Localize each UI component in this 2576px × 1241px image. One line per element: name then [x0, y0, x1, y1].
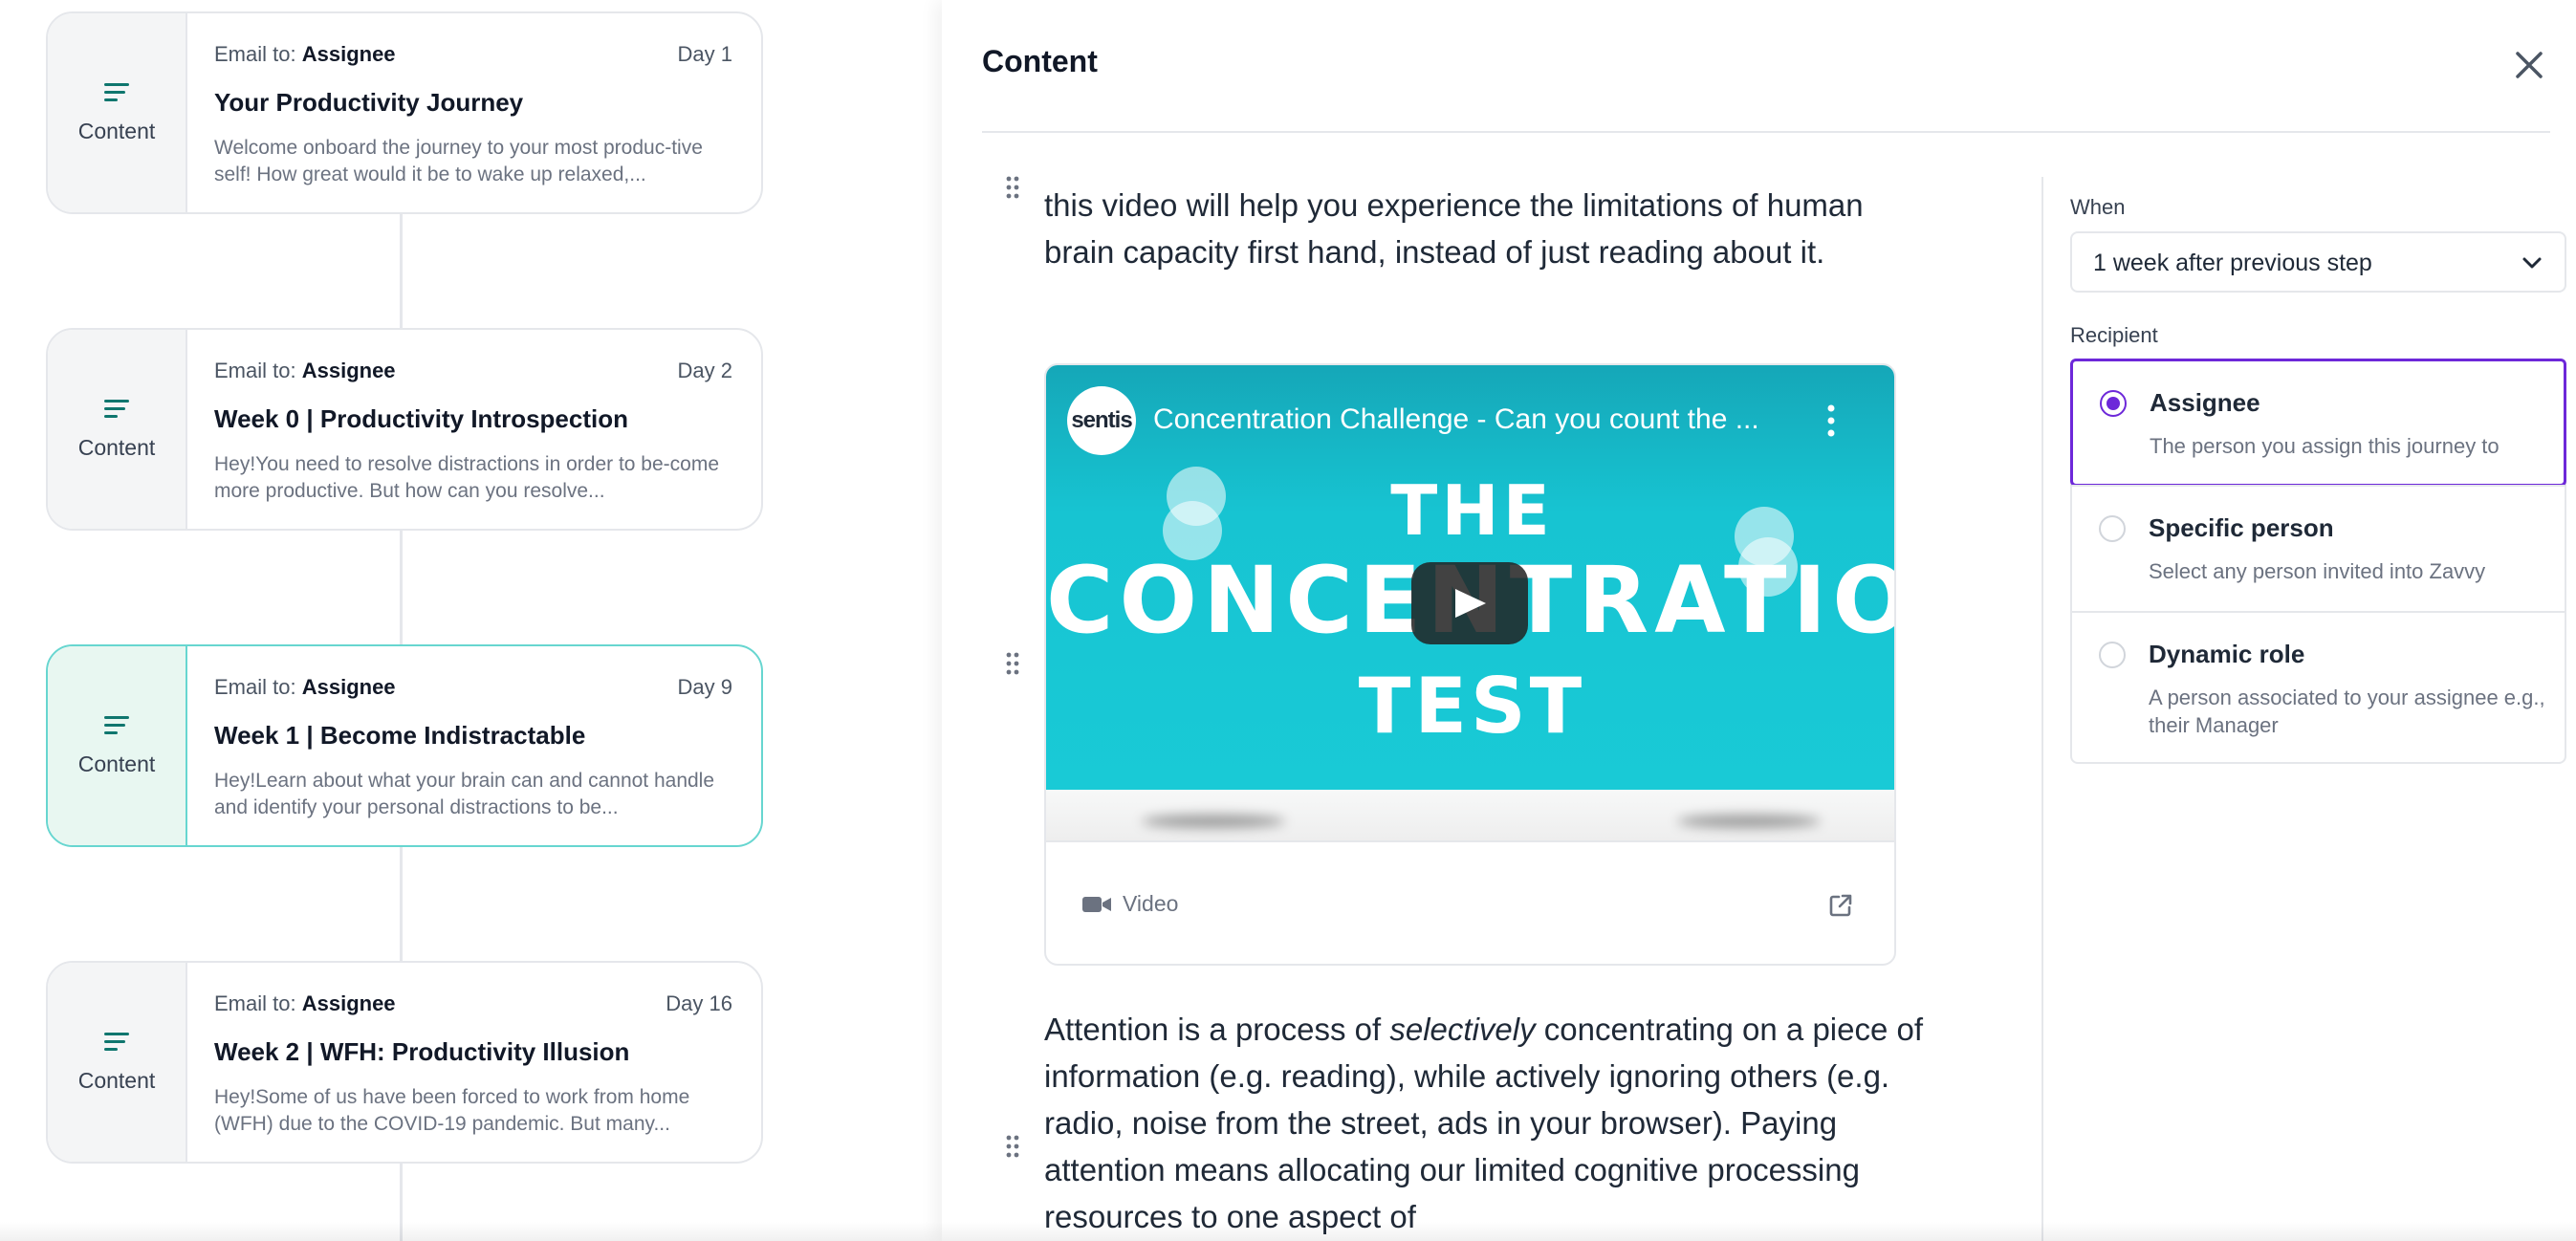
step-type: Content: [48, 13, 187, 212]
play-icon: [1455, 589, 1486, 618]
radio-button[interactable]: [2099, 642, 2126, 668]
email-prefix: Email to:: [214, 42, 296, 66]
preview-blur: [1142, 815, 1285, 828]
step-description: Hey!You need to resolve distractions in …: [214, 453, 720, 502]
recipient-option-desc: The person you assign this journey to: [2150, 434, 2500, 458]
video-embed-card[interactable]: THE CONCENTRATION TEST sentis Concentrat…: [1044, 363, 1896, 966]
step-type: Content: [48, 330, 187, 529]
step-day: Day 9: [677, 675, 732, 699]
timeline-connector: [400, 845, 403, 962]
step-day: Day 2: [677, 359, 732, 382]
journey-step-card[interactable]: Content Email to: Assignee Day 16 Week 2…: [46, 961, 763, 1164]
video-camera-icon: [1082, 897, 1111, 912]
play-button[interactable]: [1411, 562, 1528, 644]
when-select[interactable]: 1 week after previous step: [2070, 231, 2566, 293]
timeline-connector: [400, 212, 403, 329]
preview-blur: [1677, 815, 1821, 828]
step-type-label: Content: [77, 118, 156, 143]
step-recipient: Email to: Assignee: [214, 675, 396, 700]
recipient-option-name: Specific person: [2149, 513, 2334, 542]
column-divider: [2041, 177, 2043, 1241]
radio-button[interactable]: [2100, 390, 2127, 417]
step-description: Hey!Some of us have been forced to work …: [214, 1086, 690, 1135]
recipient-option-name: Dynamic role: [2149, 640, 2305, 668]
channel-avatar[interactable]: sentis: [1067, 386, 1136, 455]
when-select-value: 1 week after previous step: [2093, 250, 2372, 276]
radio-button[interactable]: [2099, 515, 2126, 542]
journey-step-card-active[interactable]: Content Email to: Assignee Day 9 Week 1 …: [46, 644, 763, 847]
step-title: Week 2 | WFH: Productivity Illusion: [214, 1037, 630, 1066]
step-recipient: Email to: Assignee: [214, 991, 396, 1016]
paragraph-emphasis: selectively: [1389, 1012, 1536, 1047]
step-type: Content: [48, 646, 187, 845]
content-lines-icon: [104, 1032, 129, 1051]
step-type-label: Content: [77, 1067, 156, 1093]
step-day: Day 1: [677, 42, 732, 66]
attention-paragraph[interactable]: Attention is a process of selectively co…: [1044, 1006, 1924, 1240]
step-recipient: Email to: Assignee: [214, 42, 396, 67]
content-lines-icon: [104, 715, 129, 734]
content-lines-icon: [104, 399, 129, 418]
journey-step-card[interactable]: Content Email to: Assignee Day 2 Week 0 …: [46, 328, 763, 531]
step-description: Hey!Learn about what your brain can and …: [214, 770, 715, 818]
paragraph-text: Attention is a process of: [1044, 1012, 1390, 1047]
recipient-option-desc: Select any person invited into Zavvy: [2149, 559, 2486, 583]
recipient-option-name: Assignee: [2150, 388, 2260, 417]
recipient-label: Recipient: [2070, 323, 2158, 347]
recipient-name: Assignee: [301, 991, 396, 1015]
content-panel: Content this video will help you experie…: [942, 0, 2576, 1241]
chevron-down-icon: [2522, 257, 2542, 269]
more-options-icon[interactable]: [1826, 403, 1836, 438]
recipient-name: Assignee: [301, 42, 396, 66]
recipient-option-specific-person[interactable]: Specific person Select any person invite…: [2072, 485, 2565, 611]
timeline-connector: [400, 1162, 403, 1241]
recipient-radio-group: Assignee The person you assign this jour…: [2070, 359, 2566, 764]
step-title: Your Productivity Journey: [214, 88, 524, 117]
step-recipient: Email to: Assignee: [214, 359, 396, 383]
thumbnail-text: THE: [1390, 470, 1554, 551]
recipient-option-desc: A person associated to your assignee e.g…: [2149, 686, 2545, 737]
content-editor[interactable]: this video will help you experience the …: [942, 134, 2041, 1241]
video-type-label: Video: [1123, 891, 1179, 916]
step-title: Week 0 | Productivity Introspection: [214, 404, 628, 433]
video-preview-strip: [1046, 790, 1894, 842]
step-title: Week 1 | Become Indistractable: [214, 721, 586, 750]
step-type-label: Content: [77, 751, 156, 776]
video-footer: Video: [1046, 843, 1894, 964]
recipient-name: Assignee: [301, 359, 396, 382]
video-thumbnail[interactable]: THE CONCENTRATION TEST sentis Concentrat…: [1046, 365, 1894, 790]
content-lines-icon: [104, 82, 129, 101]
recipient-name: Assignee: [301, 675, 396, 699]
step-settings: When 1 week after previous step Recipien…: [2070, 0, 2576, 1241]
drag-handle-icon[interactable]: [1005, 1134, 1020, 1159]
journey-step-card[interactable]: Content Email to: Assignee Day 1 Your Pr…: [46, 11, 763, 214]
email-prefix: Email to:: [214, 991, 296, 1015]
step-type-label: Content: [77, 434, 156, 460]
journey-timeline: Content Email to: Assignee Day 1 Your Pr…: [0, 0, 942, 1241]
when-label: When: [2070, 195, 2126, 219]
recipient-option-assignee[interactable]: Assignee The person you assign this jour…: [2070, 359, 2566, 487]
step-description: Welcome onboard the journey to your most…: [214, 137, 703, 185]
drag-handle-icon[interactable]: [1005, 175, 1020, 200]
email-prefix: Email to:: [214, 675, 296, 699]
recipient-option-dynamic-role[interactable]: Dynamic role A person associated to your…: [2072, 611, 2565, 762]
drag-handle-icon[interactable]: [1005, 651, 1020, 676]
panel-title: Content: [982, 44, 1098, 78]
external-link-icon[interactable]: [1828, 893, 1853, 918]
timeline-connector: [400, 529, 403, 645]
step-day: Day 16: [666, 991, 732, 1015]
email-prefix: Email to:: [214, 359, 296, 382]
step-type: Content: [48, 963, 187, 1162]
thumbnail-text: TEST: [1358, 662, 1586, 751]
video-title[interactable]: Concentration Challenge - Can you count …: [1153, 403, 1759, 436]
intro-paragraph[interactable]: this video will help you experience the …: [1044, 182, 1905, 275]
